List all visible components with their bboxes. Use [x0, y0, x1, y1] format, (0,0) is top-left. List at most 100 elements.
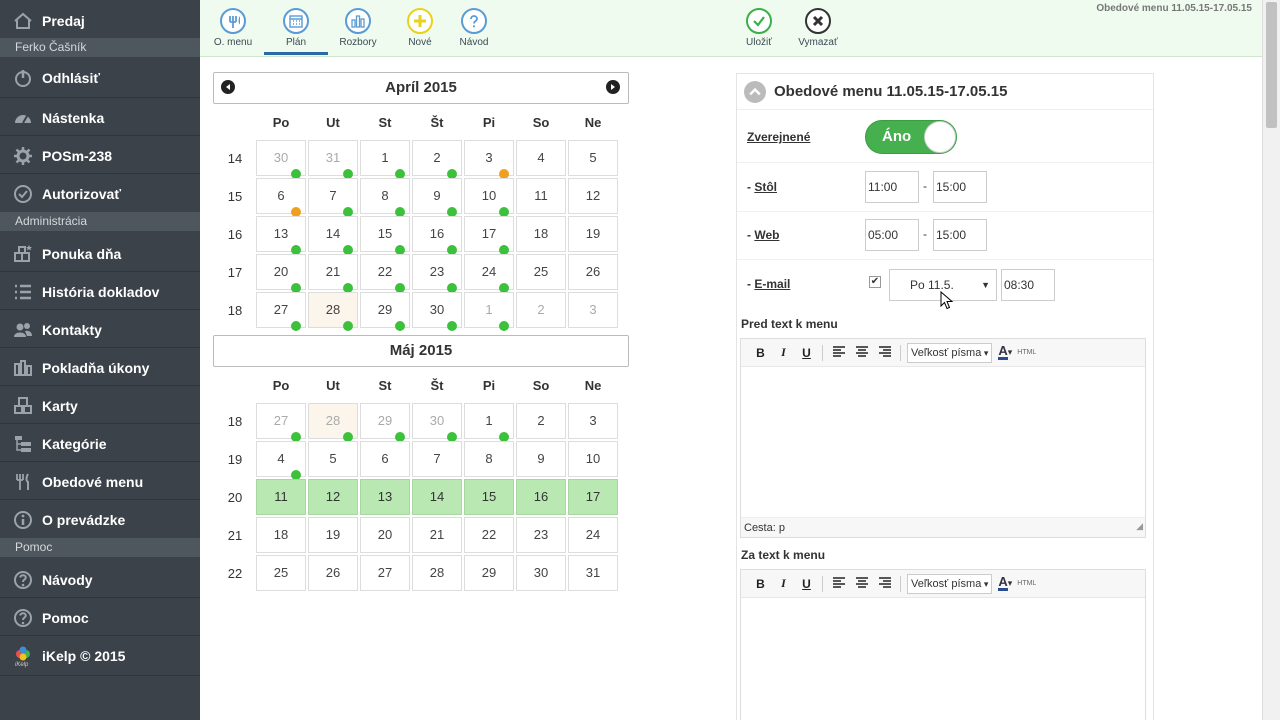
- calendar-day[interactable]: 15: [464, 479, 514, 515]
- stol-label[interactable]: Stôl: [754, 180, 777, 194]
- sidebar-item-ikelp-2015[interactable]: iKelp © 2015: [0, 637, 200, 675]
- sidebar-item-odhlásiť[interactable]: Odhlásiť: [0, 59, 200, 97]
- sidebar-item-história-dokladov[interactable]: História dokladov: [0, 273, 200, 311]
- sidebar-item-predaj[interactable]: Predaj: [0, 2, 200, 40]
- toolbar-cutlery-button[interactable]: O. menu: [204, 8, 262, 48]
- calendar-day[interactable]: 13: [360, 479, 410, 515]
- calendar-day[interactable]: 4: [516, 140, 566, 176]
- align-center-icon[interactable]: [850, 345, 873, 360]
- calendar-day[interactable]: 24: [568, 517, 618, 553]
- calendar-day[interactable]: 31: [568, 555, 618, 591]
- calendar-day[interactable]: 21: [308, 254, 358, 293]
- sidebar-item-pomoc[interactable]: Pomoc: [0, 599, 200, 637]
- html-source-button[interactable]: HTML: [1017, 349, 1036, 356]
- sidebar-item-ponuka-dňa[interactable]: Ponuka dňa: [0, 235, 200, 273]
- font-color-button[interactable]: A ▾: [998, 344, 1012, 360]
- pre-text-area[interactable]: [741, 367, 1145, 515]
- align-left-icon[interactable]: [827, 576, 850, 591]
- calendar-day[interactable]: 8: [360, 178, 410, 217]
- calendar-day[interactable]: 31: [308, 140, 358, 179]
- html-source-button[interactable]: HTML: [1017, 580, 1036, 587]
- calendar-day[interactable]: 3: [568, 292, 618, 328]
- sidebar-item-kontakty[interactable]: Kontakty: [0, 311, 200, 349]
- calendar-day[interactable]: 4: [256, 441, 306, 480]
- calendar-day[interactable]: 27: [360, 555, 410, 591]
- sidebar-item-pokladňa-úkony[interactable]: Pokladňa úkony: [0, 349, 200, 387]
- calendar-day[interactable]: 14: [412, 479, 462, 515]
- toolbar-calendar-button[interactable]: Plán: [264, 8, 328, 55]
- sidebar-item-o-prevádzke[interactable]: O prevádzke: [0, 501, 200, 539]
- sidebar-item-obedové-menu[interactable]: Obedové menu: [0, 463, 200, 501]
- email-label[interactable]: E-mail: [754, 277, 790, 291]
- published-toggle[interactable]: Áno: [865, 120, 957, 154]
- calendar-day[interactable]: 29: [360, 292, 410, 331]
- calendar-day[interactable]: 18: [516, 216, 566, 252]
- calendar-day[interactable]: 30: [516, 555, 566, 591]
- resize-handle-icon[interactable]: ◢: [1136, 516, 1143, 536]
- sidebar-item-karty[interactable]: Karty: [0, 387, 200, 425]
- calendar-day[interactable]: 30: [256, 140, 306, 179]
- calendar-day[interactable]: 19: [568, 216, 618, 252]
- stol-to-input[interactable]: 15:00: [933, 171, 987, 203]
- calendar-day[interactable]: 22: [464, 517, 514, 553]
- calendar-day[interactable]: 23: [516, 517, 566, 553]
- calendar-day[interactable]: 14: [308, 216, 358, 255]
- calendar-day[interactable]: 17: [568, 479, 618, 515]
- collapse-icon[interactable]: [744, 80, 766, 103]
- calendar-day[interactable]: 12: [568, 178, 618, 214]
- align-center-icon[interactable]: [850, 576, 873, 591]
- sidebar-item-nástenka[interactable]: Nástenka: [0, 99, 200, 137]
- calendar-day[interactable]: 9: [516, 441, 566, 477]
- calendar-day[interactable]: 27: [256, 403, 306, 442]
- calendar-day[interactable]: 29: [464, 555, 514, 591]
- calendar-day[interactable]: 2: [412, 140, 462, 179]
- toolbar-delete-button[interactable]: Vymazať: [789, 8, 847, 48]
- calendar-day[interactable]: 11: [516, 178, 566, 214]
- calendar-day[interactable]: 8: [464, 441, 514, 477]
- font-size-select[interactable]: Veľkosť písma ▾: [907, 342, 993, 363]
- calendar-day[interactable]: 7: [308, 178, 358, 217]
- underline-button[interactable]: U: [795, 346, 818, 360]
- calendar-day[interactable]: 1: [360, 140, 410, 179]
- calendar-day[interactable]: 26: [308, 555, 358, 591]
- post-text-area[interactable]: [741, 598, 1145, 718]
- web-to-input[interactable]: 15:00: [933, 219, 987, 251]
- toolbar-chart-button[interactable]: Rozbory: [329, 8, 387, 48]
- toolbar-plus-button[interactable]: Nové: [391, 8, 449, 48]
- chevron-left-icon[interactable]: [221, 80, 235, 94]
- calendar-day[interactable]: 10: [568, 441, 618, 477]
- email-time-input[interactable]: 08:30: [1001, 269, 1055, 301]
- italic-button[interactable]: I: [772, 345, 795, 360]
- calendar-day[interactable]: 9: [412, 178, 462, 217]
- calendar-day[interactable]: 20: [256, 254, 306, 293]
- align-left-icon[interactable]: [827, 345, 850, 360]
- sidebar-item-posm-238[interactable]: POSm-238: [0, 137, 200, 175]
- calendar-day[interactable]: 1: [464, 292, 514, 331]
- calendar-day[interactable]: 12: [308, 479, 358, 515]
- align-right-icon[interactable]: [873, 345, 896, 360]
- calendar-day[interactable]: 21: [412, 517, 462, 553]
- calendar-day[interactable]: 24: [464, 254, 514, 293]
- page-scrollbar[interactable]: [1262, 0, 1280, 720]
- calendar-day[interactable]: 15: [360, 216, 410, 255]
- calendar-day[interactable]: 6: [360, 441, 410, 477]
- calendar-day[interactable]: 16: [412, 216, 462, 255]
- calendar-day[interactable]: 2: [516, 403, 566, 439]
- calendar-day[interactable]: 28: [412, 555, 462, 591]
- calendar-day[interactable]: 16: [516, 479, 566, 515]
- calendar-day[interactable]: 19: [308, 517, 358, 553]
- calendar-day[interactable]: 3: [568, 403, 618, 439]
- calendar-day[interactable]: 28: [308, 292, 358, 331]
- calendar-day[interactable]: 26: [568, 254, 618, 290]
- underline-button[interactable]: U: [795, 577, 818, 591]
- italic-button[interactable]: I: [772, 576, 795, 591]
- scrollbar-thumb[interactable]: [1266, 2, 1277, 128]
- calendar-day[interactable]: 1: [464, 403, 514, 442]
- calendar-day[interactable]: 11: [256, 479, 306, 515]
- calendar-day[interactable]: 7: [412, 441, 462, 477]
- stol-from-input[interactable]: 11:00: [865, 171, 919, 203]
- toolbar-question-button[interactable]: Návod: [445, 8, 503, 48]
- calendar-day[interactable]: 17: [464, 216, 514, 255]
- calendar-day[interactable]: 10: [464, 178, 514, 217]
- calendar-day[interactable]: 6: [256, 178, 306, 217]
